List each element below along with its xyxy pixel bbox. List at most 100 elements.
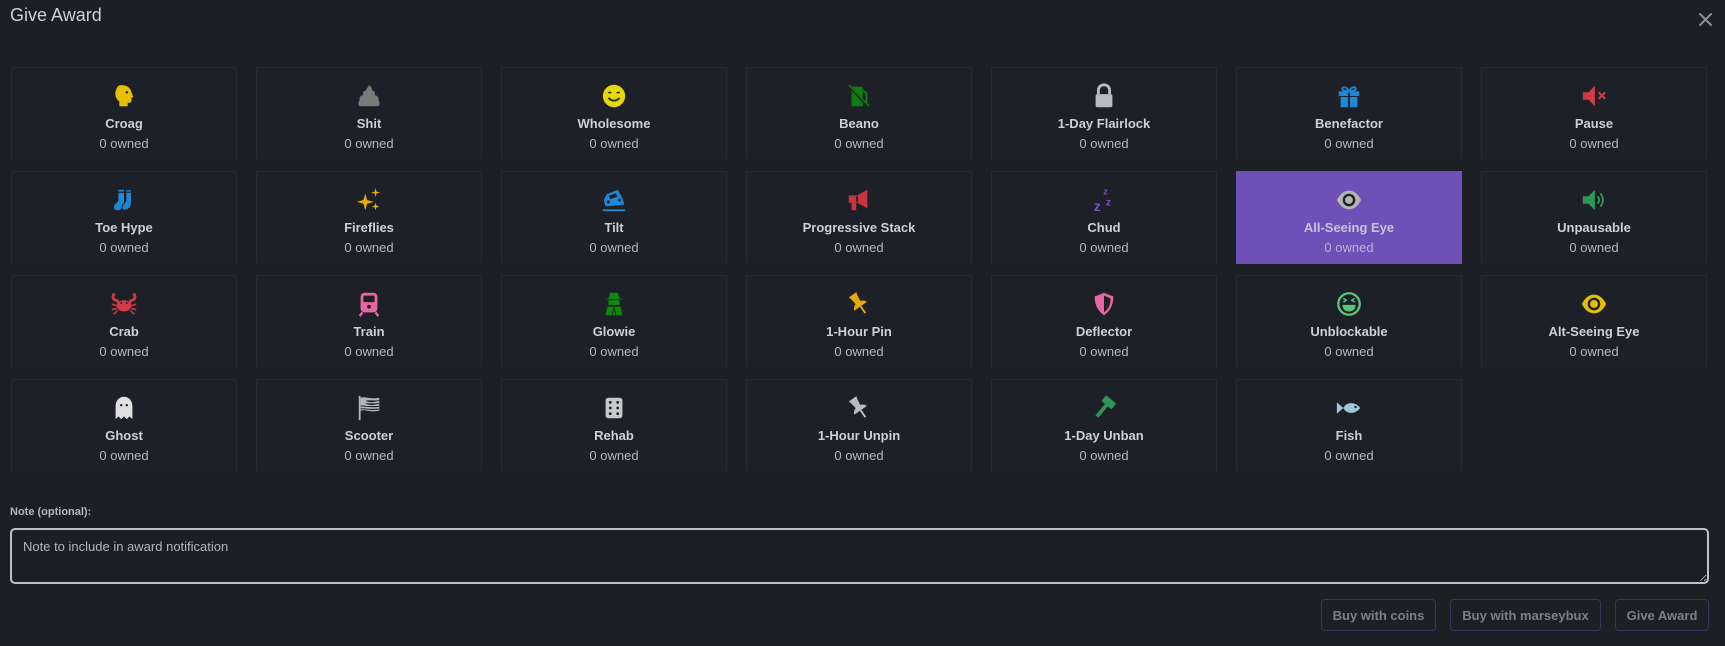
award-owned-count: 0 owned [1324, 240, 1374, 255]
award-name: Wholesome [577, 116, 651, 131]
car-tilt-icon [599, 185, 629, 215]
award-owned-count: 0 owned [834, 136, 884, 151]
award-card-glowie[interactable]: Glowie 0 owned [501, 275, 727, 368]
award-name: Fish [1335, 428, 1363, 443]
gas-pump-slash-icon [844, 81, 874, 111]
award-card-ghost[interactable]: Ghost 0 owned [11, 379, 237, 472]
award-name: 1-Hour Pin [826, 324, 892, 339]
give-award-button[interactable]: Give Award [1615, 599, 1709, 631]
award-owned-count: 0 owned [589, 344, 639, 359]
award-owned-count: 0 owned [1324, 136, 1374, 151]
award-owned-count: 0 owned [834, 448, 884, 463]
award-owned-count: 0 owned [99, 136, 149, 151]
award-owned-count: 0 owned [1324, 344, 1374, 359]
ghost-icon [109, 393, 139, 423]
award-name: Glowie [592, 324, 636, 339]
svg-text:z: z [1106, 198, 1111, 209]
award-name: Crab [109, 324, 139, 339]
award-name: Tilt [604, 220, 624, 235]
award-card-train[interactable]: Train 0 owned [256, 275, 482, 368]
award-owned-count: 0 owned [1079, 136, 1129, 151]
award-owned-count: 0 owned [1569, 240, 1619, 255]
spy-icon [599, 289, 629, 319]
crab-icon [109, 289, 139, 319]
award-name: Unblockable [1310, 324, 1388, 339]
award-card-tilt[interactable]: Tilt 0 owned [501, 171, 727, 264]
smile-icon [599, 81, 629, 111]
svg-text:z: z [1103, 186, 1108, 196]
note-input[interactable] [10, 528, 1709, 584]
award-card-croag[interactable]: Croag 0 owned [11, 67, 237, 160]
volume-mute-icon [1579, 81, 1609, 111]
award-name: Ghost [105, 428, 143, 443]
award-name: Benefactor [1315, 116, 1383, 131]
award-name: Train [353, 324, 385, 339]
modal-title: Give Award [10, 5, 102, 25]
award-owned-count: 0 owned [344, 136, 394, 151]
award-card-unpausable[interactable]: Unpausable 0 owned [1481, 171, 1707, 264]
award-owned-count: 0 owned [99, 344, 149, 359]
svg-text:z: z [1094, 198, 1101, 214]
award-name: Croag [105, 116, 143, 131]
award-owned-count: 0 owned [834, 344, 884, 359]
award-owned-count: 0 owned [99, 240, 149, 255]
award-owned-count: 0 owned [344, 448, 394, 463]
award-name: Chud [1087, 220, 1121, 235]
dice-icon [599, 393, 629, 423]
award-name: 1-Day Unban [1064, 428, 1144, 443]
award-name: Scooter [344, 428, 394, 443]
award-card-unblockable[interactable]: Unblockable 0 owned [1236, 275, 1462, 368]
award-card-1-hour-pin[interactable]: 1-Hour Pin 0 owned [746, 275, 972, 368]
award-owned-count: 0 owned [1079, 448, 1129, 463]
fish-icon [1334, 393, 1364, 423]
award-name: 1-Day Flairlock [1057, 116, 1151, 131]
award-card-beano[interactable]: Beano 0 owned [746, 67, 972, 160]
award-name: All-Seeing Eye [1303, 220, 1395, 235]
award-card-1-day-unban[interactable]: 1-Day Unban 0 owned [991, 379, 1217, 472]
gavel-icon [1089, 393, 1119, 423]
award-card-1-day-flairlock[interactable]: 1-Day Flairlock 0 owned [991, 67, 1217, 160]
award-card-shit[interactable]: Shit 0 owned [256, 67, 482, 160]
award-card-deflector[interactable]: Deflector 0 owned [991, 275, 1217, 368]
buy-with-marseybux-button[interactable]: Buy with marseybux [1450, 599, 1601, 631]
award-card-fireflies[interactable]: Fireflies 0 owned [256, 171, 482, 264]
flag-usa-icon [354, 393, 384, 423]
head-side-icon [109, 81, 139, 111]
award-card-all-seeing-eye[interactable]: All-Seeing Eye 0 owned [1236, 171, 1462, 264]
award-card-pause[interactable]: Pause 0 owned [1481, 67, 1707, 160]
shield-icon [1089, 289, 1119, 319]
award-card-toe-hype[interactable]: Toe Hype 0 owned [11, 171, 237, 264]
award-card-crab[interactable]: Crab 0 owned [11, 275, 237, 368]
award-owned-count: 0 owned [834, 240, 884, 255]
award-card-progressive-stack[interactable]: Progressive Stack 0 owned [746, 171, 972, 264]
award-card-alt-seeing-eye[interactable]: Alt-Seeing Eye 0 owned [1481, 275, 1707, 368]
award-owned-count: 0 owned [1079, 344, 1129, 359]
award-name: Shit [356, 116, 382, 131]
award-card-fish[interactable]: Fish 0 owned [1236, 379, 1462, 472]
award-name: Deflector [1075, 324, 1133, 339]
eye-icon [1334, 185, 1364, 215]
award-owned-count: 0 owned [1079, 240, 1129, 255]
award-card-chud[interactable]: z z z Chud 0 owned [991, 171, 1217, 264]
buy-with-coins-button[interactable]: Buy with coins [1321, 599, 1436, 631]
award-card-rehab[interactable]: Rehab 0 owned [501, 379, 727, 472]
close-button[interactable] [1694, 8, 1716, 30]
award-owned-count: 0 owned [344, 344, 394, 359]
award-name: Progressive Stack [802, 220, 916, 235]
award-name: Toe Hype [95, 220, 153, 235]
award-card-benefactor[interactable]: Benefactor 0 owned [1236, 67, 1462, 160]
award-owned-count: 0 owned [1569, 344, 1619, 359]
award-owned-count: 0 owned [589, 136, 639, 151]
award-owned-count: 0 owned [1569, 136, 1619, 151]
award-card-1-hour-unpin[interactable]: 1-Hour Unpin 0 owned [746, 379, 972, 472]
snooze-icon: zzz [1089, 185, 1119, 215]
thumbtack-icon [844, 289, 874, 319]
close-icon [1698, 12, 1712, 26]
lock-icon [1089, 81, 1119, 111]
award-name: Pause [1574, 116, 1614, 131]
laugh-squint-icon [1334, 289, 1364, 319]
eye-icon [1579, 289, 1609, 319]
thumbtack-icon [844, 393, 874, 423]
award-card-wholesome[interactable]: Wholesome 0 owned [501, 67, 727, 160]
award-card-scooter[interactable]: Scooter 0 owned [256, 379, 482, 472]
